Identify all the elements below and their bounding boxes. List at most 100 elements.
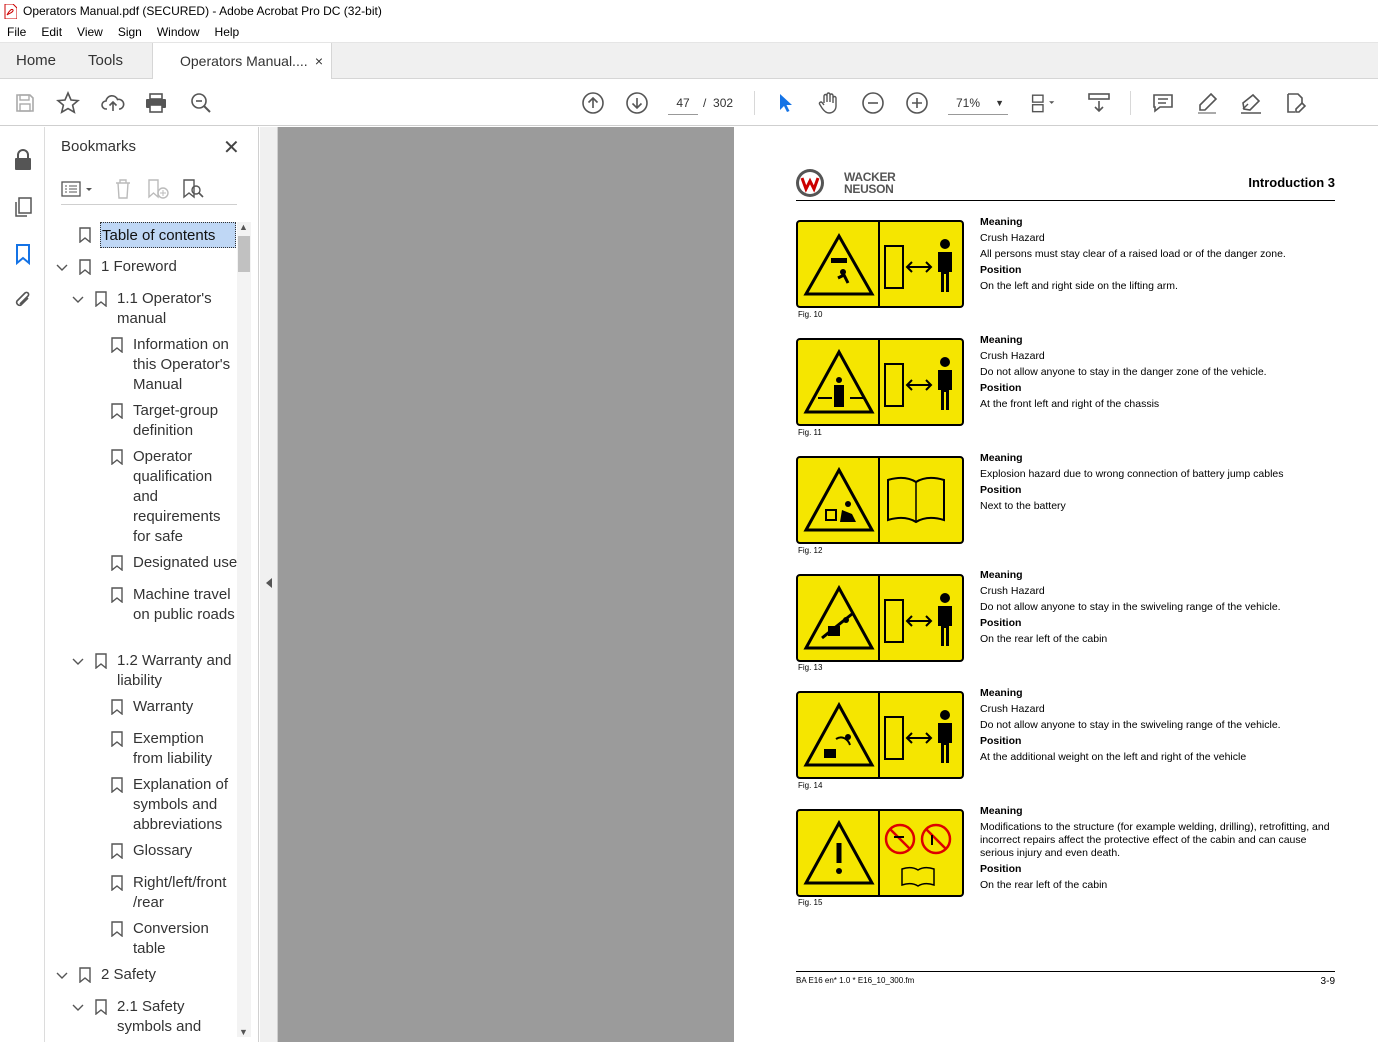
sign-pen-icon[interactable]: [1238, 90, 1264, 116]
bookmark-label: Exemption from liability: [133, 730, 213, 767]
meaning-heading: Meaning: [980, 216, 1023, 228]
zoom-out-icon[interactable]: [860, 90, 886, 116]
menu-help[interactable]: Help: [208, 25, 248, 39]
tab-bar: Home Tools Operators Manual.... ×: [0, 43, 1378, 80]
tab-close-icon[interactable]: ×: [315, 43, 323, 79]
bookmark-icon: [111, 555, 123, 571]
lock-icon[interactable]: [11, 148, 35, 172]
previous-page-icon[interactable]: [580, 90, 606, 116]
zoom-level-input[interactable]: 71% ▼: [948, 91, 1008, 115]
bookmark-icon: [95, 653, 107, 669]
collapse-arrow-icon[interactable]: [264, 577, 274, 589]
attachments-paperclip-icon[interactable]: [11, 288, 35, 312]
page-header: WACKER NEUSON Introduction 3: [796, 167, 1335, 201]
find-bookmark-icon[interactable]: [181, 178, 205, 200]
scrollbar-thumb[interactable]: [238, 236, 250, 272]
bookmark-icon: [111, 731, 123, 747]
bookmark-icon: [111, 699, 123, 715]
scroll-mode-icon[interactable]: [1086, 90, 1112, 116]
chevron-down-icon[interactable]: [71, 997, 85, 1017]
bookmark-icon: [111, 587, 123, 603]
figure-caption: Fig. 12: [798, 546, 823, 555]
chevron-down-icon[interactable]: [71, 651, 85, 671]
footer-file-reference: BA E16 en* 1.0 * E16_10_300.fm: [796, 976, 915, 985]
bookmark-label: Explanation of symbols and abbreviations: [133, 776, 229, 833]
meaning-text: Crush Hazard: [980, 703, 1045, 715]
page-separator: /: [703, 96, 707, 110]
bookmark-icon: [111, 403, 123, 419]
page-fit-icon[interactable]: [1030, 90, 1056, 116]
comment-icon[interactable]: [1150, 90, 1176, 116]
figure-caption: Fig. 15: [798, 898, 823, 907]
bookmark-label: 2.1 Safety symbols and: [117, 998, 202, 1035]
meaning-detail: Do not allow anyone to stay in the dange…: [980, 366, 1267, 378]
options-menu-icon[interactable]: [61, 179, 95, 199]
page-header-title: Introduction 3: [1248, 175, 1335, 190]
new-bookmark-icon[interactable]: [146, 178, 170, 200]
page-thumbnails-icon[interactable]: [11, 195, 35, 219]
sign-description: Meaning Explosion hazard due to wrong co…: [980, 450, 1330, 514]
panel-collapse-handle[interactable]: [260, 127, 278, 1042]
bookmark-label: Target-group definition: [133, 402, 219, 439]
meaning-text: Crush Hazard: [980, 585, 1045, 597]
tab-home[interactable]: Home: [16, 43, 56, 79]
highlight-pen-icon[interactable]: [1194, 90, 1220, 116]
chevron-down-icon[interactable]: [55, 257, 69, 277]
bookmark-icon: [111, 875, 123, 891]
bookmark-label: 1.1 Operator's manual: [117, 290, 212, 327]
pdf-page: WACKER NEUSON Introduction 3 Fig. 10 Mea…: [734, 127, 1378, 1042]
position-heading: Position: [980, 735, 1022, 747]
page-number-input[interactable]: 47: [668, 91, 698, 115]
bookmark-star-icon[interactable]: [55, 90, 81, 116]
figure-caption: Fig. 11: [798, 428, 822, 437]
edit-pdf-icon[interactable]: [1282, 90, 1308, 116]
tab-tools[interactable]: Tools: [88, 43, 123, 79]
meaning-heading: Meaning: [980, 687, 1023, 699]
menu-edit[interactable]: Edit: [34, 25, 70, 39]
position-text: Next to the battery: [980, 500, 1066, 512]
warning-sign-image: [796, 456, 964, 544]
hand-tool-icon[interactable]: [816, 90, 842, 116]
sign-description: Meaning Modifications to the structure (…: [980, 803, 1330, 893]
warning-sign-image: [796, 220, 964, 308]
bookmarks-panel-icon[interactable]: [11, 242, 35, 266]
bookmarks-toolbar: [61, 175, 237, 205]
delete-bookmark-icon[interactable]: [113, 178, 133, 200]
position-heading: Position: [980, 382, 1022, 394]
bookmark-icon: [95, 291, 107, 307]
meaning-heading: Meaning: [980, 569, 1023, 581]
scroll-down-icon[interactable]: ▼: [239, 1027, 248, 1037]
menu-file[interactable]: File: [0, 25, 34, 39]
chevron-down-icon[interactable]: [71, 289, 85, 309]
select-cursor-icon[interactable]: [772, 90, 798, 116]
position-heading: Position: [980, 617, 1022, 629]
save-icon[interactable]: [12, 90, 38, 116]
bookmark-icon: [111, 843, 123, 859]
bookmark-icon: [111, 777, 123, 793]
bookmarks-scrollbar[interactable]: ▲ ▼: [237, 222, 251, 1037]
figure-caption: Fig. 14: [798, 781, 823, 790]
menu-window[interactable]: Window: [150, 25, 208, 39]
left-rail: [0, 127, 45, 1042]
warning-sign-image: [796, 574, 964, 662]
upload-cloud-icon[interactable]: [100, 90, 126, 116]
chevron-down-icon[interactable]: [55, 965, 69, 985]
next-page-icon[interactable]: [624, 90, 650, 116]
zoom-search-icon[interactable]: [188, 90, 214, 116]
bookmark-label: Machine travel on public roads: [133, 586, 235, 623]
menu-view[interactable]: View: [70, 25, 111, 39]
zoom-in-icon[interactable]: [904, 90, 930, 116]
position-text: At the front left and right of the chass…: [980, 398, 1160, 410]
toolbar-separator: [1130, 91, 1131, 115]
menu-sign[interactable]: Sign: [111, 25, 150, 39]
bookmark-icon: [79, 967, 91, 983]
position-heading: Position: [980, 863, 1022, 875]
tab-document[interactable]: Operators Manual.... ×: [152, 43, 332, 80]
print-icon[interactable]: [143, 90, 169, 116]
meaning-heading: Meaning: [980, 334, 1023, 346]
bookmark-label: 2 Safety: [101, 966, 157, 983]
scroll-up-icon[interactable]: ▲: [239, 222, 248, 232]
bookmark-icon: [79, 227, 91, 243]
bookmark-label: Glossary: [133, 842, 193, 859]
close-icon[interactable]: ✕: [223, 135, 240, 160]
